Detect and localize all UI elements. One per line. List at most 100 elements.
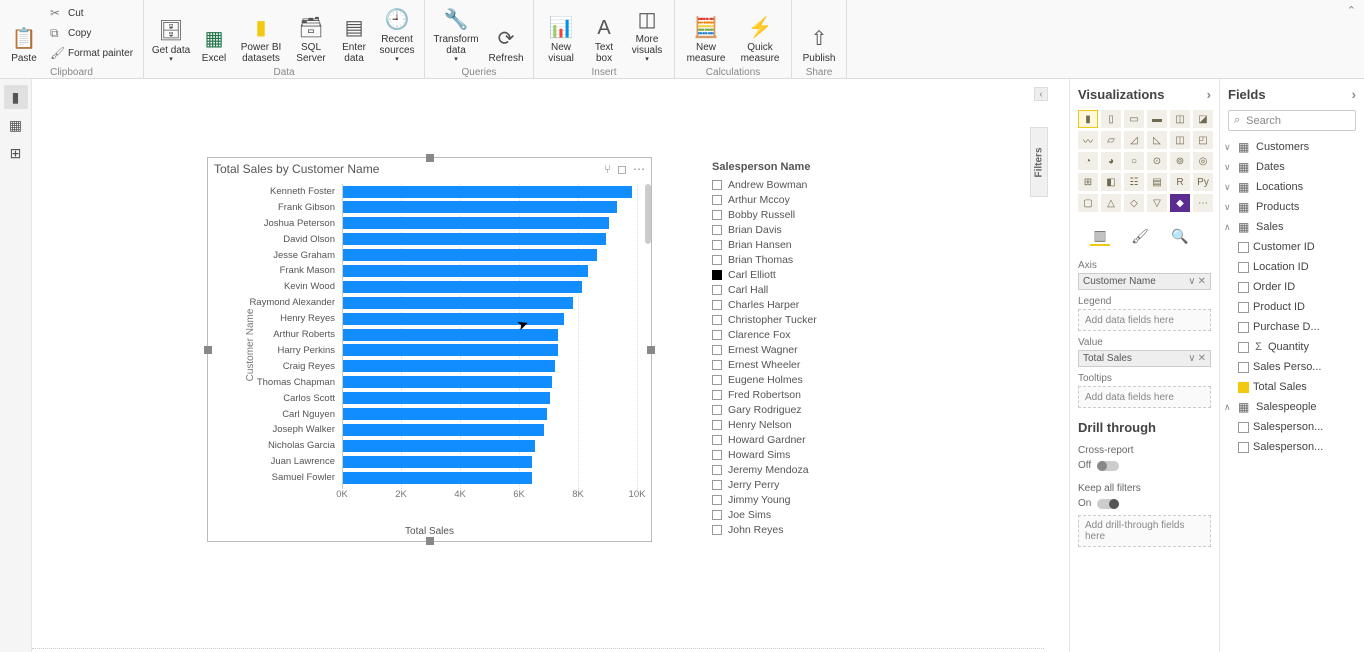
report-canvas[interactable]: Total Sales by Customer Name ⑂ ◻ ⋯ Custo… — [32, 79, 1069, 652]
viz-type-button[interactable]: ◰ — [1193, 131, 1213, 149]
slicer-item[interactable]: Henry Nelson — [712, 417, 902, 432]
bar-row[interactable]: Jesse Graham — [343, 249, 597, 262]
get-data-button[interactable]: 🗄Get data▾ — [150, 4, 192, 64]
collapse-panels-button[interactable]: ‹ — [1034, 87, 1048, 101]
recent-sources-button[interactable]: 🕘Recent sources▾ — [376, 4, 418, 64]
viz-type-button[interactable]: ▱ — [1101, 131, 1121, 149]
field-item[interactable]: Customer ID — [1224, 237, 1360, 257]
viz-type-button[interactable]: ▽ — [1147, 194, 1167, 212]
focus-icon[interactable]: ◻ — [617, 162, 627, 176]
legend-drop-area[interactable]: Add data fields here — [1078, 309, 1211, 331]
bar-row[interactable]: Kevin Wood — [343, 280, 582, 293]
viz-type-button[interactable]: ◫ — [1170, 110, 1190, 128]
viz-type-button[interactable]: ▮ — [1078, 110, 1098, 128]
table-dates[interactable]: ∨▦Dates — [1224, 157, 1360, 177]
bar-row[interactable]: Juan Lawrence — [343, 455, 532, 468]
fields-search-input[interactable]: ⌕ Search — [1228, 110, 1356, 131]
bar-row[interactable]: Kenneth Foster — [343, 185, 632, 198]
viz-type-button[interactable]: ◕ — [1101, 152, 1121, 170]
viz-type-button[interactable]: ⋯ — [1193, 194, 1213, 212]
bar-row[interactable]: Carl Nguyen — [343, 408, 547, 421]
table-products[interactable]: ∨▦Products — [1224, 197, 1360, 217]
keep-filters-toggle[interactable] — [1097, 499, 1119, 509]
model-view-button[interactable]: ⊞ — [4, 141, 28, 165]
format-painter-button[interactable]: 🖌Format painter — [46, 44, 137, 62]
collapse-ribbon-icon[interactable]: ⌃ — [1347, 4, 1356, 17]
axis-field-chip[interactable]: Customer Name∨✕ — [1078, 273, 1211, 290]
bar-row[interactable]: Samuel Fowler — [343, 471, 532, 484]
slicer-item[interactable]: Fred Robertson — [712, 387, 902, 402]
format-tab[interactable]: 🖌 — [1130, 226, 1150, 246]
slicer-item[interactable]: Ernest Wagner — [712, 342, 902, 357]
bar-row[interactable]: David Olson — [343, 233, 606, 246]
slicer-item[interactable]: Howard Gardner — [712, 432, 902, 447]
field-item[interactable]: Salesperson... — [1224, 437, 1360, 457]
viz-type-button[interactable]: Py — [1193, 173, 1213, 191]
bar-row[interactable]: Henry Reyes — [343, 312, 564, 325]
remove-icon[interactable]: ✕ — [1198, 353, 1206, 364]
page-tabs-area[interactable] — [32, 648, 1044, 652]
bar-row[interactable]: Joshua Peterson — [343, 217, 609, 230]
viz-type-button[interactable]: ◪ — [1193, 110, 1213, 128]
field-item[interactable]: ΣQuantity — [1224, 337, 1360, 357]
bar-row[interactable]: Arthur Roberts — [343, 328, 558, 341]
field-item[interactable]: Sales Perso... — [1224, 357, 1360, 377]
viz-type-button[interactable]: ◺ — [1147, 131, 1167, 149]
viz-type-button[interactable]: ▬ — [1147, 110, 1167, 128]
sql-server-button[interactable]: 🗃SQL Server — [290, 4, 332, 64]
viz-type-button[interactable]: ⊙ — [1147, 152, 1167, 170]
slicer-item[interactable]: Clarence Fox — [712, 327, 902, 342]
text-box-button[interactable]: AText box — [586, 4, 622, 64]
slicer-item[interactable]: Arthur Mccoy — [712, 192, 902, 207]
viz-type-button[interactable]: ⊞ — [1078, 173, 1098, 191]
slicer-item[interactable]: Joe Sims — [712, 507, 902, 522]
viz-type-button[interactable]: ◫ — [1170, 131, 1190, 149]
field-item[interactable]: Location ID — [1224, 257, 1360, 277]
resize-handle[interactable] — [647, 346, 655, 354]
slicer-item[interactable]: Carl Hall — [712, 282, 902, 297]
viz-type-button[interactable]: ▢ — [1078, 194, 1098, 212]
visual-slicer[interactable]: Salesperson Name Andrew BowmanArthur Mcc… — [712, 161, 902, 541]
slicer-item[interactable]: Ernest Wheeler — [712, 357, 902, 372]
visual-bar-chart[interactable]: Total Sales by Customer Name ⑂ ◻ ⋯ Custo… — [207, 157, 652, 542]
report-view-button[interactable]: ▮ — [4, 85, 28, 109]
bar-row[interactable]: Raymond Alexander — [343, 296, 573, 309]
bar-row[interactable]: Nicholas Garcia — [343, 439, 535, 452]
data-view-button[interactable]: ▦ — [4, 113, 28, 137]
cut-button[interactable]: ✂Cut — [46, 4, 137, 22]
publish-button[interactable]: ⇧Publish — [798, 4, 840, 64]
filter-icon[interactable]: ⑂ — [604, 162, 611, 176]
viz-type-button[interactable]: ▭ — [1124, 110, 1144, 128]
slicer-item[interactable]: Jerry Perry — [712, 477, 902, 492]
slicer-item[interactable]: Howard Sims — [712, 447, 902, 462]
viz-type-button[interactable]: 〰 — [1078, 131, 1098, 149]
chevron-right-icon[interactable]: › — [1207, 87, 1211, 102]
viz-type-button[interactable]: ◔ — [1078, 152, 1098, 170]
remove-icon[interactable]: ✕ — [1198, 276, 1206, 287]
slicer-item[interactable]: Carl Elliott — [712, 267, 902, 282]
viz-type-button[interactable]: ◎ — [1193, 152, 1213, 170]
viz-type-button[interactable]: ◇ — [1124, 194, 1144, 212]
slicer-item[interactable]: John Reyes — [712, 522, 902, 537]
slicer-item[interactable]: Jeremy Mendoza — [712, 462, 902, 477]
resize-handle[interactable] — [204, 346, 212, 354]
chevron-down-icon[interactable]: ∨ — [1188, 276, 1195, 287]
enter-data-button[interactable]: ▤Enter data — [336, 4, 372, 64]
slicer-item[interactable]: Bobby Russell — [712, 207, 902, 222]
copy-button[interactable]: ⧉Copy — [46, 24, 137, 42]
viz-type-button[interactable]: △ — [1101, 194, 1121, 212]
slicer-item[interactable]: Brian Davis — [712, 222, 902, 237]
bar-row[interactable]: Harry Perkins — [343, 344, 558, 357]
slicer-item[interactable]: Brian Hansen — [712, 237, 902, 252]
viz-type-button[interactable]: ○ — [1124, 152, 1144, 170]
viz-type-button[interactable]: ⊚ — [1170, 152, 1190, 170]
filters-pane-tab[interactable]: Filters — [1030, 127, 1048, 197]
field-item[interactable]: Salesperson... — [1224, 417, 1360, 437]
bar-row[interactable]: Carlos Scott — [343, 392, 550, 405]
drill-drop-area[interactable]: Add drill-through fields here — [1078, 515, 1211, 547]
slicer-item[interactable]: Andrew Bowman — [712, 177, 902, 192]
viz-type-button[interactable]: ◆ — [1170, 194, 1190, 212]
viz-type-button[interactable]: ▤ — [1147, 173, 1167, 191]
value-field-chip[interactable]: Total Sales∨✕ — [1078, 350, 1211, 367]
more-visuals-button[interactable]: ◫More visuals▾ — [626, 4, 668, 64]
